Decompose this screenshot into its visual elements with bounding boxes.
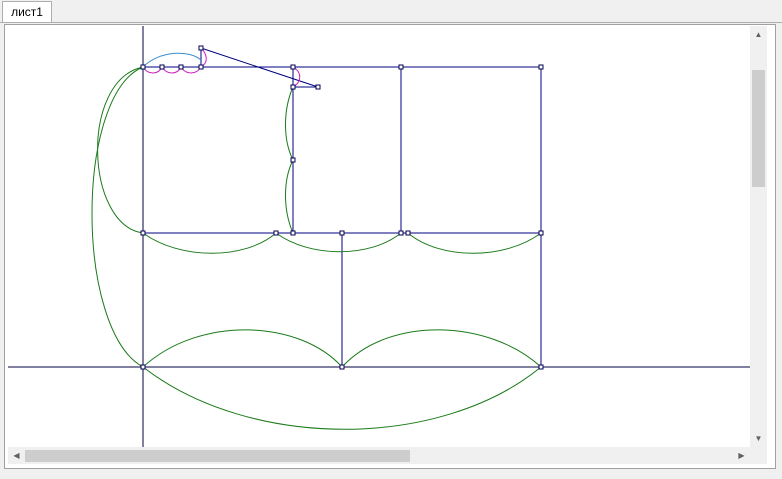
point[interactable] [273,230,279,236]
point[interactable] [538,64,544,70]
arrow-down-icon[interactable]: ▼ [750,430,767,447]
point[interactable] [290,230,296,236]
point[interactable] [140,230,146,236]
point[interactable] [339,230,345,236]
point[interactable] [178,64,184,70]
magenta-bump-4 [200,47,207,68]
curve-arch-left [142,329,343,368]
arrow-up-icon[interactable]: ▲ [750,26,767,43]
point[interactable] [538,230,544,236]
sheet-tab-bar: лист1 [0,0,782,23]
curve-bottom-large [142,366,542,430]
arrow-right-icon[interactable]: ▶ [733,447,750,464]
point[interactable] [339,364,345,370]
tab-sheet1[interactable]: лист1 [2,1,52,22]
point[interactable] [290,84,296,90]
scrollbar-corner [750,447,767,464]
green-curves [91,66,542,430]
curve-scallop-3 [407,232,542,254]
point[interactable] [159,64,165,70]
point[interactable] [140,364,146,370]
magenta-bump-1 [142,66,163,74]
point[interactable] [290,157,296,163]
construction-lines [143,47,542,367]
arrow-left-icon[interactable]: ◀ [8,447,25,464]
point[interactable] [538,364,544,370]
point[interactable] [290,64,296,70]
magenta-bump-2 [161,66,182,74]
curve-scallop-1 [142,232,277,254]
vertical-scrollbar[interactable]: ▲ ▼ [750,26,767,447]
point[interactable] [398,64,404,70]
vertical-scroll-thumb[interactable] [752,70,765,187]
point[interactable] [398,230,404,236]
magenta-bump-3 [180,66,202,74]
curve-vertical-1 [285,86,294,161]
point[interactable] [198,64,204,70]
horizontal-scrollbar[interactable]: ◀ ▶ [8,447,750,464]
point[interactable] [405,230,411,236]
curve-vertical-2 [285,159,294,234]
horizontal-scroll-thumb[interactable] [25,450,410,462]
curve-arch-right [341,329,542,368]
point[interactable] [198,45,204,51]
point[interactable] [315,84,321,90]
magenta-bump-5 [292,66,301,88]
curve-left-inner [97,66,144,234]
curve-blue-arc [142,52,202,68]
drawing-canvas[interactable] [8,26,750,447]
curve-scallop-2 [275,232,402,253]
point[interactable] [140,64,146,70]
drawing-svg[interactable] [8,26,750,447]
